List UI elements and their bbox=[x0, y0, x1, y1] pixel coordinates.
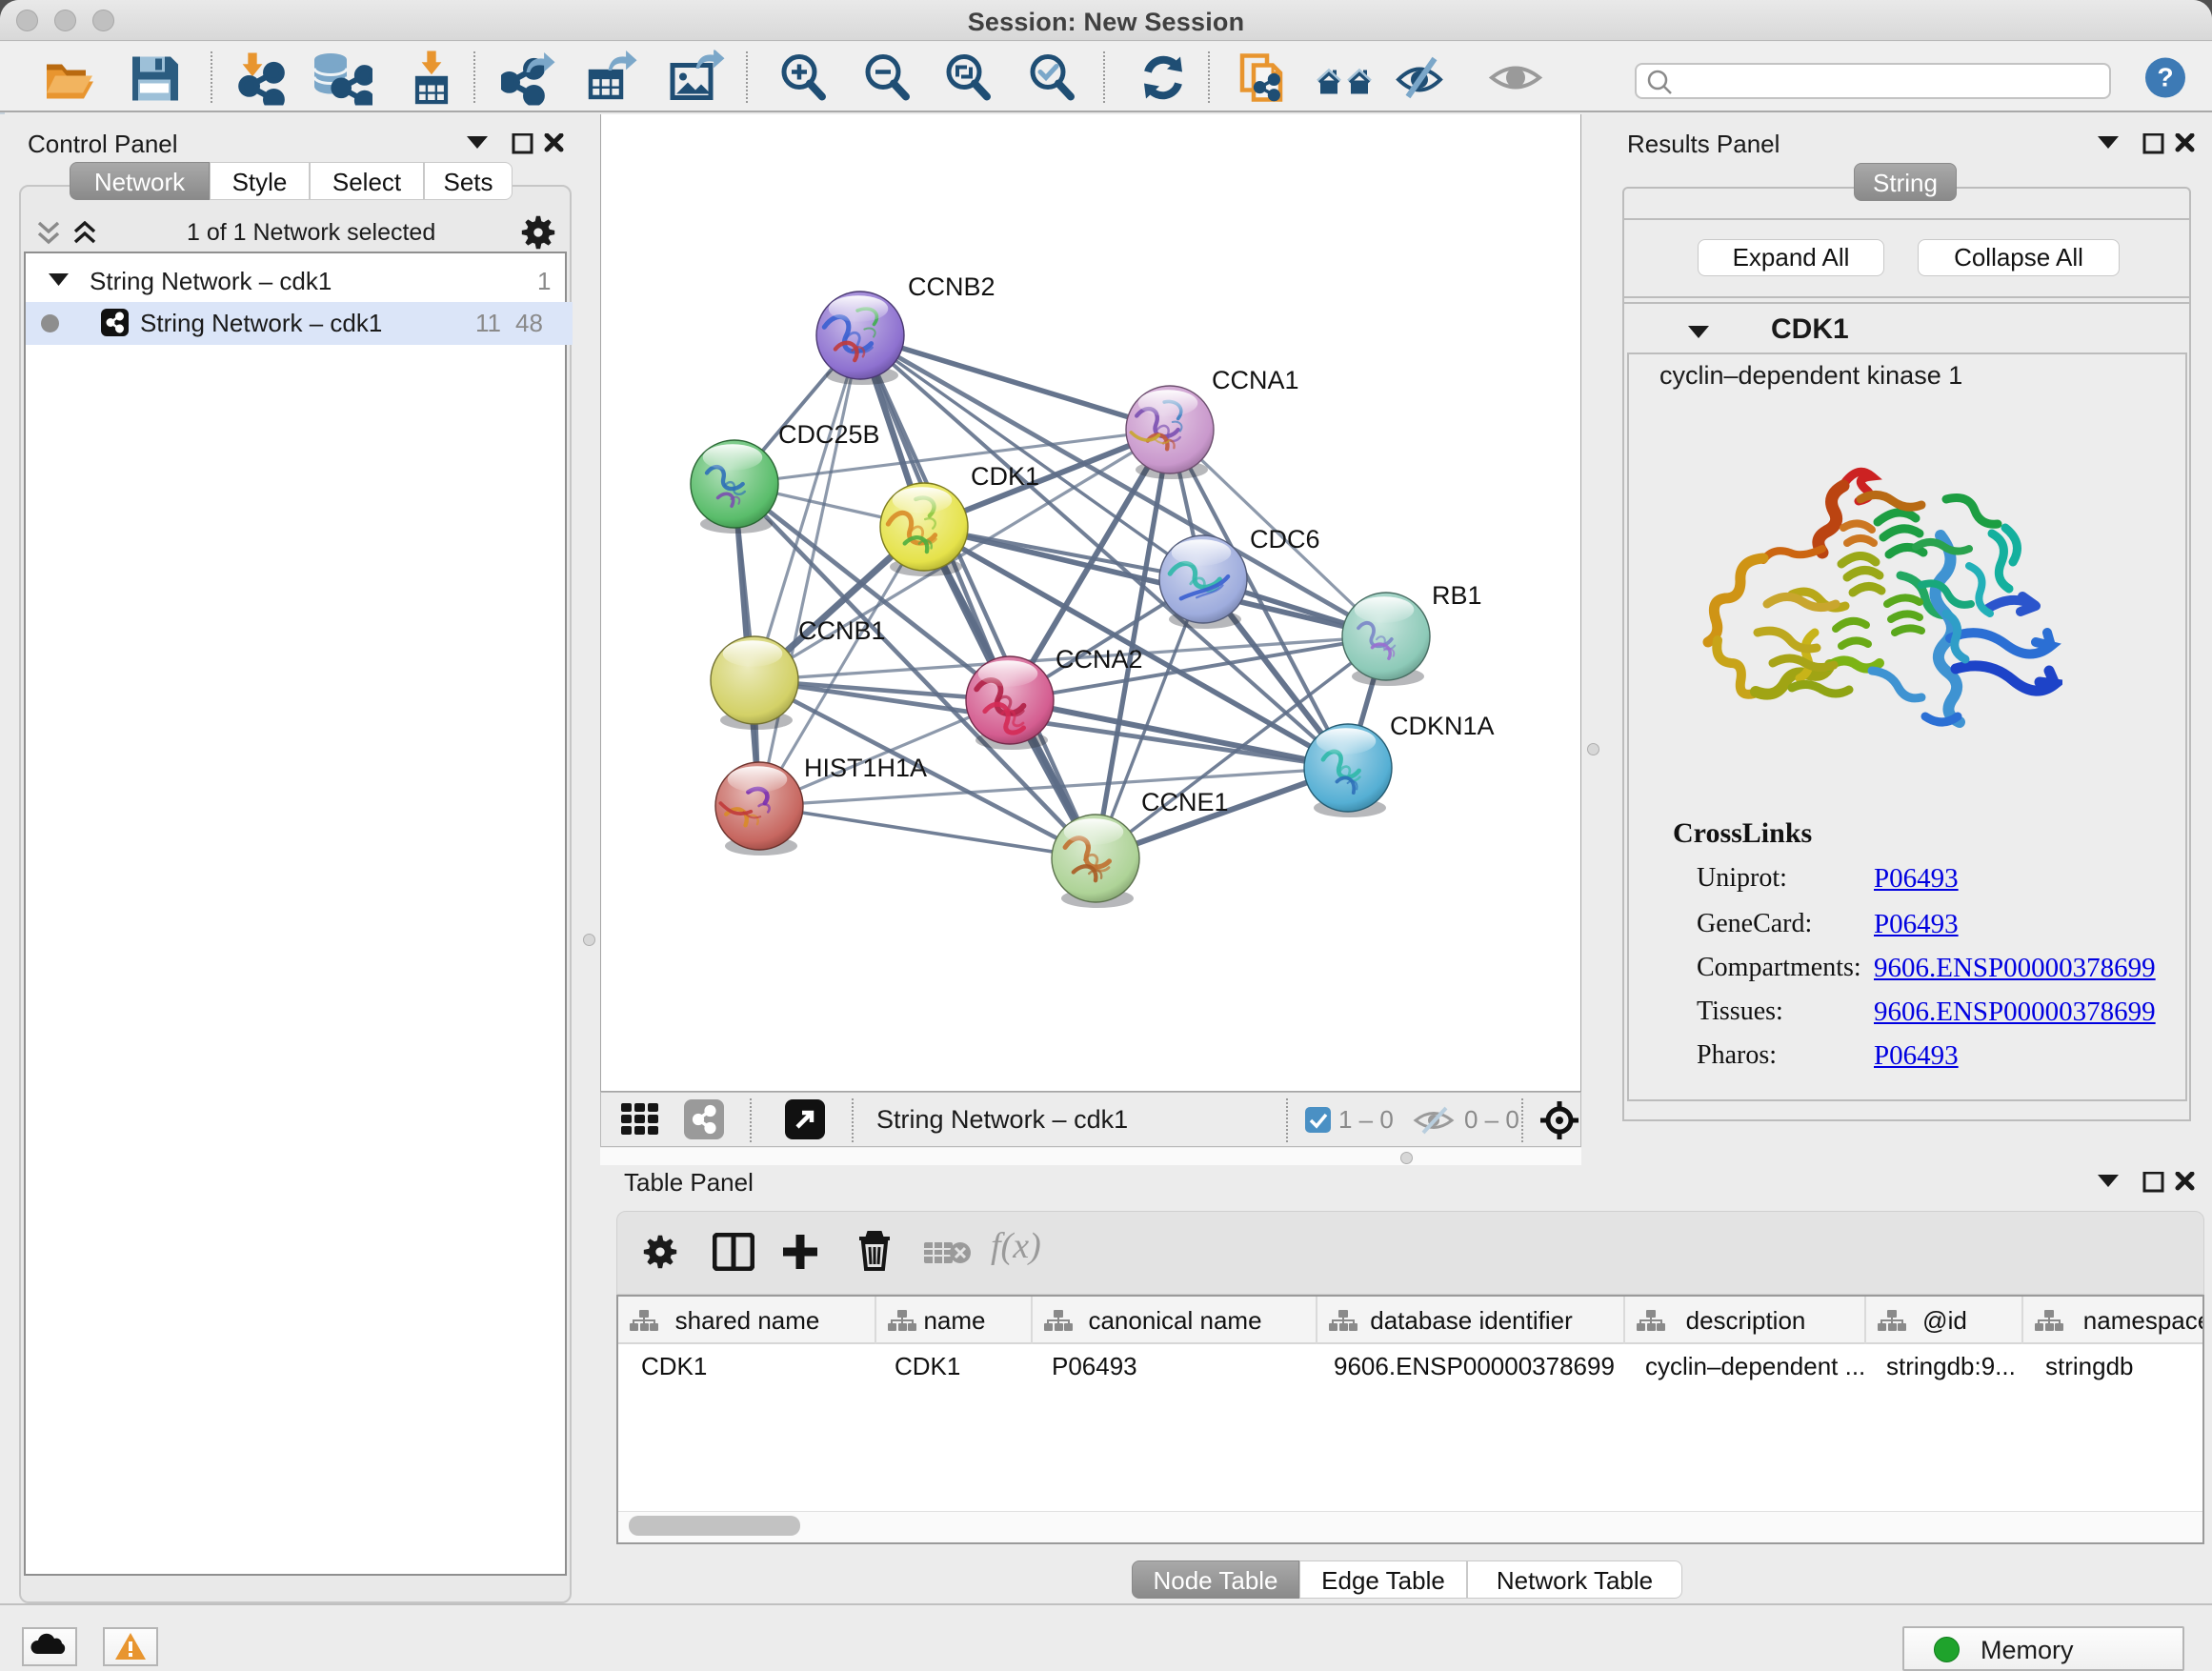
svg-text:CCNA2: CCNA2 bbox=[1056, 645, 1143, 674]
svg-text:CDK1: CDK1 bbox=[971, 462, 1039, 491]
svg-text:CDC6: CDC6 bbox=[1250, 525, 1320, 554]
svg-text:?: ? bbox=[2157, 63, 2173, 92]
svg-text:CDC25B: CDC25B bbox=[778, 420, 880, 449]
svg-text:CCNB1: CCNB1 bbox=[798, 616, 886, 645]
svg-text:CCNB2: CCNB2 bbox=[908, 272, 995, 301]
svg-text:RB1: RB1 bbox=[1432, 581, 1482, 610]
svg-text:HIST1H1A: HIST1H1A bbox=[804, 754, 927, 782]
svg-text:CDKN1A: CDKN1A bbox=[1390, 712, 1495, 740]
svg-text:CCNA1: CCNA1 bbox=[1212, 366, 1299, 394]
svg-text:CCNE1: CCNE1 bbox=[1141, 788, 1229, 816]
